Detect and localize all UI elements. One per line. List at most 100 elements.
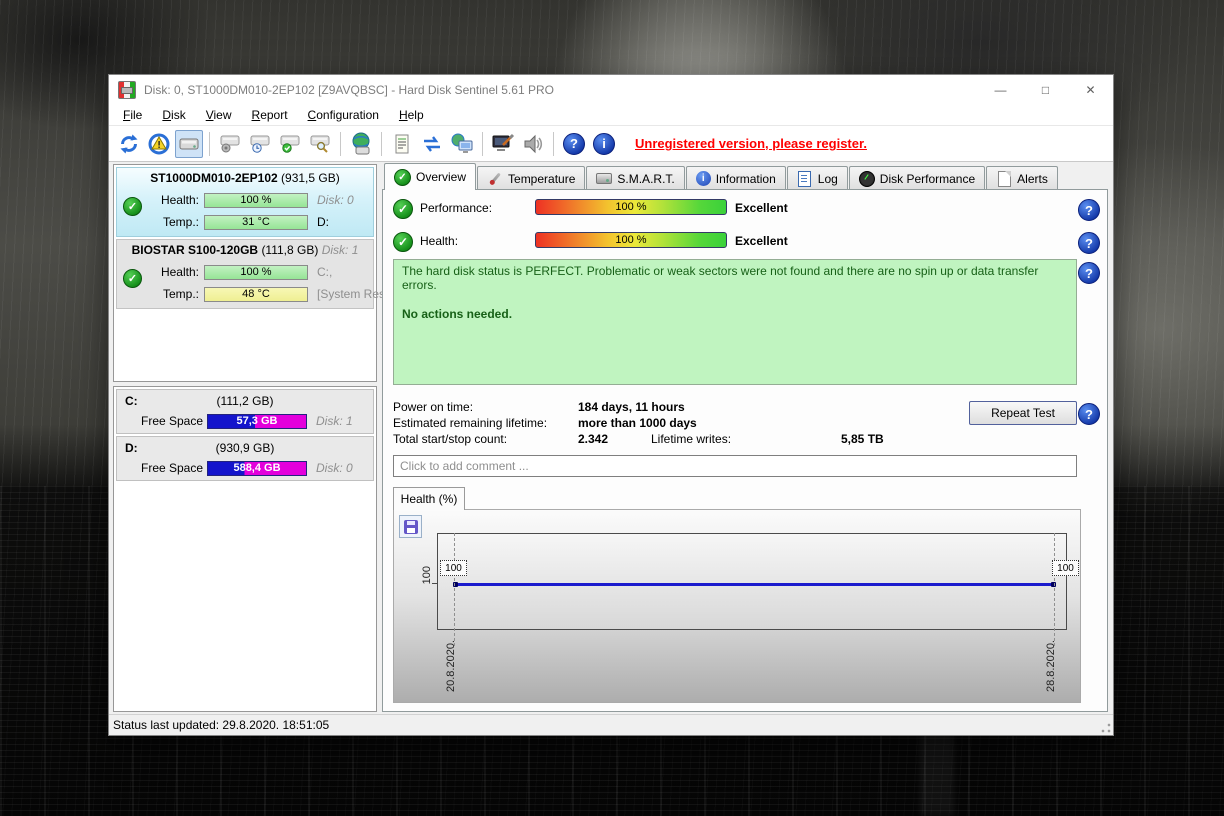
power-on-value: 184 days, 11 hours <box>578 400 685 415</box>
info-icon: i <box>696 171 711 186</box>
lifetime-label: Estimated remaining lifetime: <box>393 416 547 431</box>
free-space-bar: 57,3 GB <box>207 414 307 429</box>
help-button[interactable]: ? <box>560 130 588 158</box>
partition-size: (111,2 GB) <box>217 394 274 408</box>
disk-settings-button[interactable] <box>216 130 244 158</box>
menu-view[interactable]: View <box>196 105 242 125</box>
performance-value: 100 % <box>615 201 646 213</box>
help-icon[interactable]: ? <box>1078 199 1100 221</box>
tab-log[interactable]: Log <box>787 166 848 190</box>
unregistered-link[interactable]: Unregistered version, please register. <box>635 136 867 151</box>
menu-help-key: H <box>399 108 408 122</box>
performance-rating: Excellent <box>735 201 788 215</box>
alert-settings-button[interactable] <box>145 130 173 158</box>
repeat-test-button[interactable]: Repeat Test <box>969 401 1077 425</box>
drive-letter: C:, <box>317 265 332 279</box>
health-bar: 100 % <box>535 232 727 248</box>
sound-button[interactable] <box>519 130 547 158</box>
information-button[interactable]: i <box>590 130 618 158</box>
drive-letter: D: <box>317 215 329 229</box>
toolbar-separator <box>482 132 483 156</box>
disk-test-button[interactable] <box>276 130 304 158</box>
tab-disk-performance[interactable]: Disk Performance <box>849 166 985 190</box>
menu-help[interactable]: Help <box>389 105 434 125</box>
tab-smart[interactable]: S.M.A.R.T. <box>586 166 684 190</box>
overview-check-icon: ✓ <box>394 169 411 186</box>
disk-number: Disk: 1 <box>322 243 359 257</box>
close-button[interactable]: ✕ <box>1068 75 1113 104</box>
send-report-button[interactable] <box>418 130 446 158</box>
help-icon[interactable]: ? <box>1078 403 1100 425</box>
comment-input[interactable] <box>393 455 1077 477</box>
temp-label: Temp.: <box>147 215 199 229</box>
resize-grip[interactable] <box>1100 722 1112 734</box>
menu-file-rest: ile <box>130 108 142 122</box>
health-bar: 100 % <box>204 265 308 280</box>
tab-bar: ✓Overview Temperature S.M.A.R.T. iInform… <box>382 164 1108 190</box>
menu-report[interactable]: Report <box>242 105 298 125</box>
tab-overview[interactable]: ✓Overview <box>384 163 476 190</box>
disk-ok-icon: ✓ <box>123 269 142 288</box>
hardware-tools-button[interactable] <box>489 130 517 158</box>
overview-panel: ✓ Performance: 100 % Excellent ? ✓ Healt… <box>382 189 1108 712</box>
toolbar-separator <box>553 132 554 156</box>
report-button[interactable] <box>388 130 416 158</box>
partition-item-c[interactable]: C: (111,2 GB) Free Space 57,3 GB Disk: 1 <box>116 389 374 434</box>
repeat-test-label: Repeat Test <box>991 406 1055 420</box>
maximize-button[interactable]: □ <box>1023 75 1068 104</box>
health-chart-panel: 100 100 100 20.8.2020. 28.8.2020. <box>393 509 1081 703</box>
chart-plot-area <box>437 533 1067 630</box>
chart-point-label-right: 100 <box>1052 560 1079 576</box>
refresh-button[interactable] <box>115 130 143 158</box>
minimize-button[interactable]: — <box>978 75 1023 104</box>
help-icon[interactable]: ? <box>1078 262 1100 284</box>
disk-temp-row: Temp.: 48 °C [System Rese <box>117 283 373 305</box>
menu-file[interactable]: File <box>113 105 152 125</box>
free-space-value: 588,4 GB <box>233 462 280 474</box>
volume-label: [System Rese <box>317 287 392 301</box>
disk-test-icon <box>278 133 302 155</box>
page-icon <box>996 171 1012 187</box>
tab-information[interactable]: iInformation <box>686 166 786 190</box>
network-button[interactable] <box>448 130 476 158</box>
disk-item-st1000[interactable]: ST1000DM010-2EP102 (931,5 GB) ✓ Health: … <box>116 167 374 237</box>
toolbar-separator <box>381 132 382 156</box>
partition-title-row: C: (111,2 GB) <box>117 390 373 411</box>
health-row: ✓ Health: 100 % Excellent ? <box>383 232 1107 252</box>
tab-temperature[interactable]: Temperature <box>477 166 585 190</box>
gauge-icon <box>859 171 875 187</box>
disk-title: ST1000DM010-2EP102 (931,5 GB) <box>117 168 373 189</box>
partition-item-d[interactable]: D: (930,9 GB) Free Space 588,4 GB Disk: … <box>116 436 374 481</box>
health-bar: 100 % <box>204 193 308 208</box>
online-status-button[interactable] <box>347 130 375 158</box>
disk-size: (931,5 GB) <box>281 171 340 185</box>
partition-title-row: D: (930,9 GB) <box>117 437 373 458</box>
help-icon[interactable]: ? <box>1078 232 1100 254</box>
disk-view-button[interactable] <box>175 130 203 158</box>
chart-gridline-left <box>454 533 455 646</box>
menu-configuration[interactable]: Configuration <box>298 105 389 125</box>
disk-item-biostar[interactable]: BIOSTAR S100-120GB (111,8 GB) Disk: 1 ✓ … <box>116 239 374 309</box>
disk-health-row: Health: 100 % Disk: 0 <box>117 189 373 211</box>
health-chart-tab-label: Health (%) <box>401 492 458 506</box>
save-chart-button[interactable] <box>399 515 422 538</box>
disk-settings-icon <box>218 133 242 155</box>
start-stop-label: Total start/stop count: <box>393 432 507 447</box>
tab-alerts[interactable]: Alerts <box>986 166 1058 190</box>
menu-bar: File Disk View Report Configuration Help <box>109 104 1113 126</box>
disk-view-icon <box>179 137 199 151</box>
disk-schedule-icon <box>248 133 272 155</box>
health-chart-tab[interactable]: Health (%) <box>393 487 465 510</box>
menu-disk[interactable]: Disk <box>152 105 195 125</box>
disk-ok-icon: ✓ <box>123 197 142 216</box>
menu-view-key: V <box>206 108 214 122</box>
health-label: Health: <box>147 265 199 279</box>
report-icon <box>393 133 411 155</box>
disk-analyze-button[interactable] <box>306 130 334 158</box>
sound-icon <box>522 133 544 155</box>
disk-schedule-button[interactable] <box>246 130 274 158</box>
app-icon <box>118 81 136 99</box>
menu-view-rest: iew <box>214 108 232 122</box>
temp-value: 48 °C <box>242 288 270 300</box>
chart-xlabel-right: 28.8.2020. <box>1045 640 1057 692</box>
